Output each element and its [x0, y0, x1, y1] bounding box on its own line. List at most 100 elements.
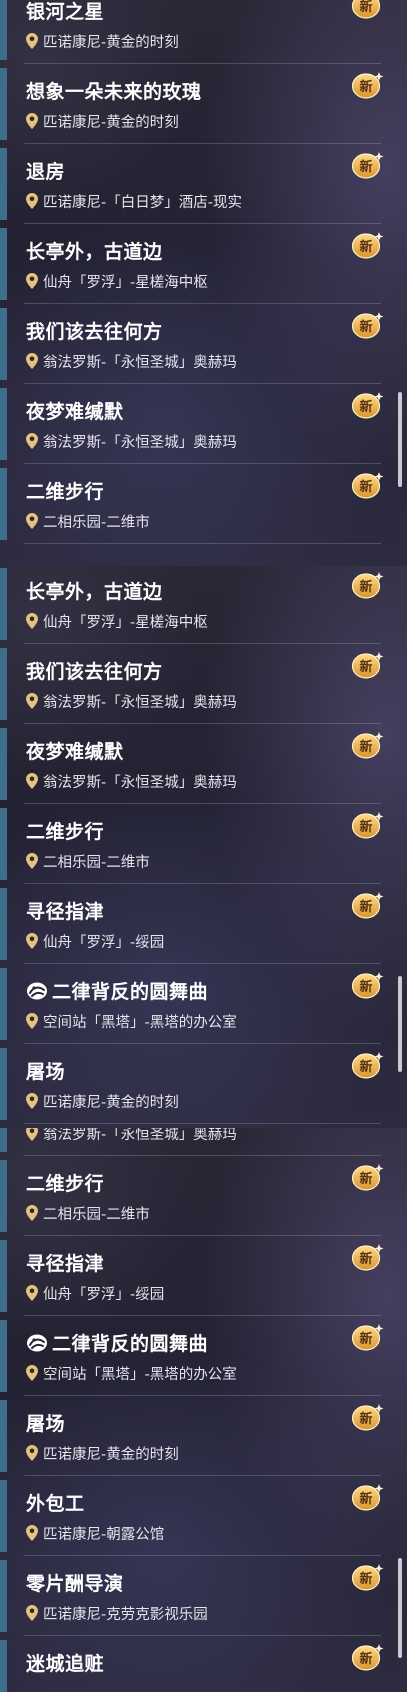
- new-badge-icon: 新: [351, 1402, 385, 1432]
- quest-title: 银河之星: [26, 0, 104, 24]
- quest-location-text: 二相乐园-二维市: [43, 515, 150, 531]
- quest-title-text: 退房: [26, 161, 66, 183]
- new-badge-label: 新: [359, 1059, 372, 1075]
- quest-item[interactable]: 寻径指津仙舟「罗浮」-绥园 新: [0, 884, 407, 964]
- quest-title: 夜梦难缄默: [26, 737, 124, 764]
- quest-location-text: 仙舟「罗浮」-星槎海中枢: [43, 275, 208, 291]
- quest-title: 长亭外，古道边: [26, 577, 163, 604]
- quest-item[interactable]: 退房 匹诺康尼-「白日梦」酒店-现实 新: [0, 144, 407, 224]
- quest-title: 想象一朵未来的玫瑰: [26, 77, 202, 104]
- new-badge-label: 新: [359, 899, 372, 915]
- map-pin-icon: [26, 513, 38, 529]
- quest-item[interactable]: 屠场匹诺康尼-黄金的时刻 新: [0, 1044, 407, 1124]
- quest-item[interactable]: 二律背反的圆舞曲 空间站「黑塔」-黑塔的办公室 新: [0, 1316, 407, 1396]
- scrollbar-thumb[interactable]: [398, 392, 402, 487]
- quest-accent-bar: [0, 1160, 7, 1232]
- quest-list-screen-3: 翁法罗斯-「永恒圣城」奥赫玛新 二维步行二相乐园-二维市新 寻径指津仙舟「罗浮」…: [0, 1128, 407, 1692]
- quest-item[interactable]: 夜梦难缄默 翁法罗斯-「永恒圣城」奥赫玛 新: [0, 724, 407, 804]
- quest-location-text: 匹诺康尼-黄金的时刻: [43, 1095, 179, 1111]
- quest-location: 匹诺康尼-黄金的时刻: [26, 111, 179, 132]
- new-badge-label: 新: [359, 1251, 372, 1267]
- quest-title: 二维步行: [26, 477, 104, 504]
- new-badge-label: 新: [359, 1171, 372, 1187]
- map-pin-icon: [26, 1365, 38, 1381]
- quest-location: 匹诺康尼-「白日梦」酒店-现实: [26, 191, 242, 212]
- quest-title: 屠场: [26, 1057, 65, 1084]
- quest-accent-bar: [0, 1240, 7, 1312]
- quest-location: 仙舟「罗浮」-绥园: [26, 1283, 164, 1304]
- quest-title: 寻径指津: [26, 1249, 104, 1276]
- quest-list-screen-2: 长亭外，古道边仙舟「罗浮」-星槎海中枢新 我们该去往何方翁法罗斯-「永恒圣城」奥…: [0, 566, 407, 1128]
- quest-title-text: 我们该去往何方: [26, 321, 163, 343]
- quest-location: 仙舟「罗浮」-星槎海中枢: [26, 271, 208, 292]
- quest-item[interactable]: 外包工 匹诺康尼-朝露公馆 新: [0, 1476, 407, 1556]
- quest-accent-bar: [0, 1560, 7, 1632]
- new-badge-icon: 新: [351, 810, 385, 840]
- quest-item[interactable]: 寻径指津仙舟「罗浮」-绥园 新: [0, 1236, 407, 1316]
- quest-title: 零片酬导演: [26, 1569, 124, 1596]
- quest-item[interactable]: 二维步行 二相乐园-二维市 新: [0, 464, 407, 544]
- quest-location: 翁法罗斯-「永恒圣城」奥赫玛: [26, 351, 237, 372]
- quest-title-text: 我们该去往何方: [26, 661, 163, 683]
- quest-accent-bar: [0, 1400, 7, 1472]
- quest-location: 二相乐园-二维市: [26, 1203, 150, 1224]
- new-badge-icon: 新: [351, 1050, 385, 1080]
- quest-location-text: 仙舟「罗浮」-绥园: [43, 935, 165, 951]
- quest-location: 仙舟「罗浮」-绥园: [26, 931, 164, 952]
- row-divider: [24, 1123, 381, 1124]
- map-pin-icon: [26, 1605, 38, 1621]
- quest-accent-bar: [0, 568, 7, 640]
- quest-accent-bar: [0, 648, 7, 720]
- quest-item[interactable]: 长亭外，古道边 仙舟「罗浮」-星槎海中枢 新: [0, 224, 407, 304]
- map-pin-icon: [26, 1013, 38, 1029]
- quest-item[interactable]: 夜梦难缄默 翁法罗斯-「永恒圣城」奥赫玛 新: [0, 384, 407, 464]
- quest-location: 仙舟「罗浮」-星槎海中枢: [26, 611, 208, 632]
- quest-item[interactable]: 迷城追赃 新: [0, 1636, 407, 1692]
- new-badge-icon: 新: [351, 1242, 385, 1272]
- quest-title-text: 寻径指津: [26, 901, 105, 923]
- quest-title: 迷城追赃: [26, 1649, 104, 1676]
- scrollbar-thumb[interactable]: [398, 976, 402, 1072]
- new-badge-label: 新: [359, 79, 372, 95]
- new-badge-label: 新: [359, 1571, 372, 1587]
- quest-location: 匹诺康尼-黄金的时刻: [26, 1443, 179, 1464]
- new-badge-icon: 新: [351, 1482, 385, 1512]
- quest-item[interactable]: 零片酬导演匹诺康尼-克劳克影视乐园 新: [0, 1556, 407, 1636]
- quest-location-text: 空间站「黑塔」-黑塔的办公室: [43, 1367, 237, 1383]
- quest-accent-bar: [0, 808, 7, 880]
- quest-location-text: 匹诺康尼-克劳克影视乐园: [43, 1607, 208, 1623]
- quest-accent-bar: [0, 968, 7, 1040]
- new-badge-icon: 新: [351, 650, 385, 680]
- quest-item[interactable]: 我们该去往何方翁法罗斯-「永恒圣城」奥赫玛 新: [0, 644, 407, 724]
- quest-location: 翁法罗斯-「永恒圣城」奥赫玛: [26, 691, 237, 712]
- quest-title-text: 想象一朵未来的玫瑰: [26, 81, 202, 103]
- quest-title: 长亭外，古道边: [26, 237, 163, 264]
- quest-accent-bar: [0, 1480, 7, 1552]
- new-badge-label: 新: [359, 979, 372, 995]
- quest-title: 二律背反的圆舞曲: [26, 977, 208, 1004]
- quest-item[interactable]: 长亭外，古道边 仙舟「罗浮」-星槎海中枢 新: [0, 566, 407, 644]
- quest-location: 匹诺康尼-克劳克影视乐园: [26, 1603, 208, 1624]
- quest-item[interactable]: 我们该去往何方 翁法罗斯-「永恒圣城」奥赫玛 新: [0, 304, 407, 384]
- quest-item[interactable]: 二维步行 二相乐园-二维市 新: [0, 804, 407, 884]
- quest-item[interactable]: 想象一朵未来的玫瑰 匹诺康尼-黄金的时刻 新: [0, 64, 407, 144]
- quest-location: 空间站「黑塔」-黑塔的办公室: [26, 1011, 237, 1032]
- quest-accent-bar: [0, 1128, 7, 1152]
- quest-item[interactable]: 二律背反的圆舞曲空间站「黑塔」-黑塔的办公室 新: [0, 964, 407, 1044]
- quest-title: 我们该去往何方: [26, 317, 163, 344]
- map-pin-icon: [26, 1285, 38, 1301]
- quest-title-text: 零片酬导演: [26, 1573, 124, 1595]
- new-badge-label: 新: [359, 819, 372, 835]
- quest-item[interactable]: 翁法罗斯-「永恒圣城」奥赫玛新: [0, 1128, 407, 1156]
- new-badge-icon: 新: [351, 970, 385, 1000]
- quest-item[interactable]: 银河之星 匹诺康尼-黄金的时刻 新: [0, 0, 407, 64]
- quest-location-text: 匹诺康尼-黄金的时刻: [43, 1447, 179, 1463]
- quest-item[interactable]: 屠场 匹诺康尼-黄金的时刻 新: [0, 1396, 407, 1476]
- quest-item[interactable]: 二维步行 二相乐园-二维市 新: [0, 1156, 407, 1236]
- quest-location: 空间站「黑塔」-黑塔的办公室: [26, 1363, 237, 1384]
- scrollbar-thumb[interactable]: [398, 1558, 402, 1658]
- quest-location: 二相乐园-二维市: [26, 511, 150, 532]
- quest-title: 寻径指津: [26, 897, 104, 924]
- quest-title-text: 长亭外，古道边: [26, 581, 163, 603]
- quest-title-text: 夜梦难缄默: [26, 741, 124, 763]
